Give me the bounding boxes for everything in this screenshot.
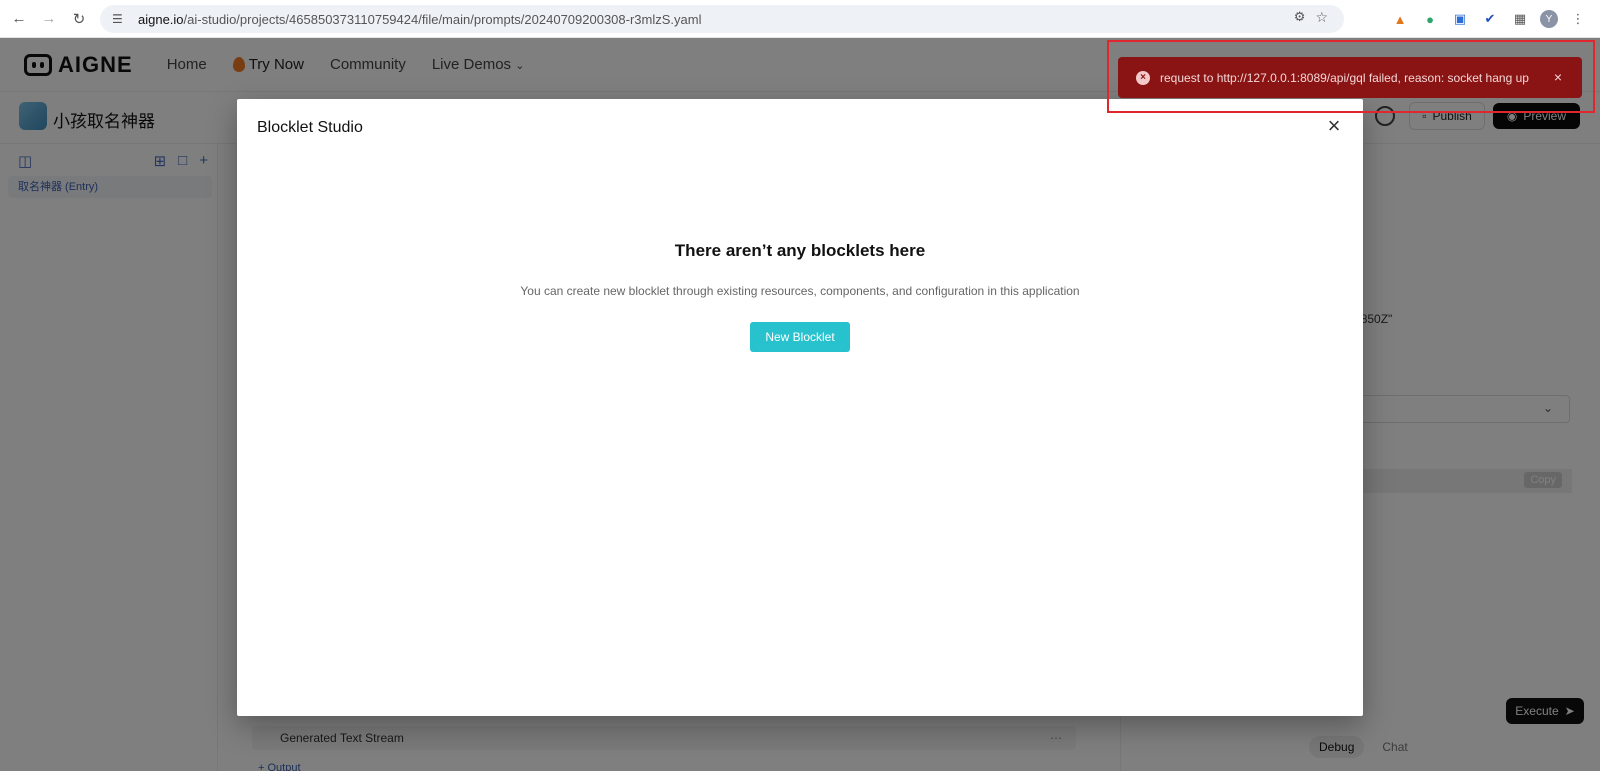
toast-close-icon[interactable]: × xyxy=(1554,69,1562,85)
url-path: /ai-studio/projects/465850373110759424/f… xyxy=(183,11,702,27)
url-host: aigne.io xyxy=(138,11,184,27)
more-menu-icon[interactable]: ⋮ xyxy=(1568,9,1588,29)
bookmark-star-icon[interactable]: ☆ xyxy=(1315,9,1328,26)
browser-toolbar: ← → ↻ ☰ aigne.io/ai-studio/projects/4658… xyxy=(0,0,1600,38)
extension-icon[interactable]: ▣ xyxy=(1450,9,1470,29)
error-toast: × request to http://127.0.0.1:8089/api/g… xyxy=(1118,57,1582,98)
reload-icon[interactable]: ↻ xyxy=(68,8,90,30)
profile-avatar[interactable]: Y xyxy=(1540,10,1558,28)
back-icon[interactable]: ← xyxy=(8,8,30,30)
extension-icon[interactable]: ● xyxy=(1420,9,1440,29)
close-icon[interactable]: × xyxy=(1323,115,1345,137)
toast-message: request to http://127.0.0.1:8089/api/gql… xyxy=(1160,70,1529,85)
translate-icon[interactable]: ⚙ xyxy=(1294,9,1306,26)
metamask-extension-icon[interactable]: ▲ xyxy=(1390,9,1410,29)
extensions-puzzle-icon[interactable]: ▦ xyxy=(1510,9,1530,29)
error-icon: × xyxy=(1136,70,1150,85)
site-settings-icon[interactable]: ☰ xyxy=(112,12,128,26)
empty-state-title: There aren’t any blocklets here xyxy=(674,241,926,260)
forward-icon[interactable]: → xyxy=(38,8,60,30)
empty-state-description: You can create new blocklet through exis… xyxy=(520,284,1080,298)
address-bar[interactable]: ☰ aigne.io/ai-studio/projects/4658503731… xyxy=(100,5,1344,33)
new-blocklet-button[interactable]: New Blocklet xyxy=(750,322,850,352)
blocklet-studio-dialog: Blocklet Studio × There aren’t any block… xyxy=(237,99,1363,716)
extension-check-icon[interactable]: ✔ xyxy=(1480,9,1500,29)
dialog-title: Blocklet Studio xyxy=(257,119,363,136)
